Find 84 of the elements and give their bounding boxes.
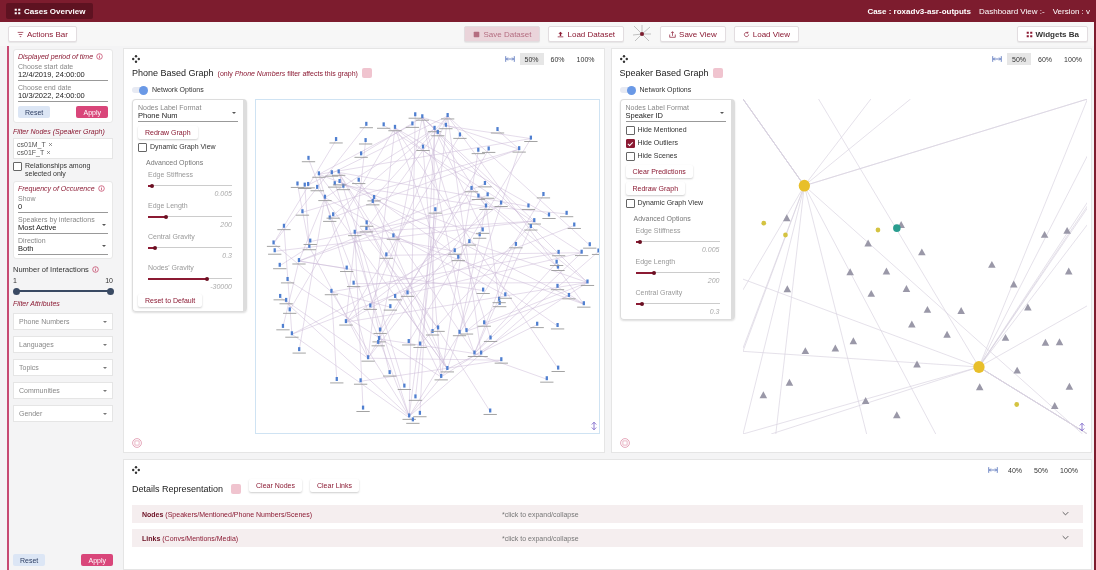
checkbox[interactable] [13, 162, 22, 171]
graph-title: Phone Based Graph [132, 68, 214, 78]
triangle-node[interactable] [863, 239, 872, 247]
move-icon[interactable] [132, 466, 140, 474]
triangle-node[interactable] [956, 307, 965, 314]
details-title: Details Representation [132, 484, 224, 494]
triangle-node[interactable] [942, 330, 951, 338]
triangle-node[interactable] [1050, 402, 1058, 409]
checkbox[interactable] [138, 143, 147, 152]
actions-bar-button[interactable]: Actions Bar [8, 26, 77, 42]
graph-title: Speaker Based Graph [619, 68, 709, 78]
circle-node[interactable] [760, 220, 766, 226]
version-label: Version : v [1052, 6, 1090, 16]
triangle-node[interactable] [1041, 338, 1049, 346]
remove-icon[interactable] [47, 142, 53, 147]
triangle-node[interactable] [907, 320, 916, 328]
dashboard-view-label: Dashboard View :- [978, 6, 1045, 16]
triangle-node[interactable] [785, 378, 793, 386]
toolbar-button[interactable]: Load View [733, 26, 799, 42]
info-button[interactable] [712, 68, 723, 78]
fit-width-icon[interactable] [992, 56, 1003, 62]
info-icon [91, 266, 99, 273]
share-icon [669, 30, 677, 38]
cases-overview-button[interactable]: Cases Overview [6, 3, 94, 19]
info-button[interactable] [231, 484, 242, 494]
triangle-node[interactable] [845, 268, 854, 276]
triangle-node[interactable] [892, 411, 901, 419]
triangle-node[interactable] [1023, 303, 1032, 311]
triangle-node[interactable] [923, 305, 931, 313]
checkbox[interactable] [625, 199, 635, 208]
triangle-node[interactable] [782, 214, 791, 222]
hub-node[interactable] [798, 179, 810, 192]
remove-icon[interactable] [46, 150, 52, 155]
upload-icon [557, 30, 565, 38]
case-name: Case : roxadv3-asr-outputs [867, 6, 971, 16]
triangle-node[interactable] [867, 289, 875, 297]
info-icon [97, 185, 105, 192]
fit-width-icon[interactable] [988, 467, 999, 473]
triangle-node[interactable] [801, 347, 809, 355]
triangle-node[interactable] [1062, 226, 1071, 234]
toggle-switch[interactable] [619, 87, 636, 93]
triangle-node[interactable] [1009, 280, 1018, 288]
circle-node[interactable] [892, 224, 901, 232]
triangle-node[interactable] [917, 248, 926, 256]
circle-node[interactable] [875, 227, 880, 233]
triangle-node[interactable] [987, 260, 996, 268]
vertical-arrows-icon[interactable] [590, 421, 597, 431]
triangle-node[interactable] [1001, 333, 1009, 341]
triangle-node[interactable] [1012, 366, 1021, 374]
triangle-node[interactable] [912, 360, 921, 368]
circle-node[interactable] [1013, 402, 1019, 407]
fit-width-icon[interactable] [504, 56, 515, 62]
info-icon [96, 53, 104, 60]
triangle-node[interactable] [1065, 382, 1073, 390]
network-logo-icon [632, 24, 653, 44]
grid-icon [14, 7, 21, 15]
triangle-node[interactable] [882, 267, 890, 275]
checkbox[interactable] [625, 126, 635, 135]
triangle-node[interactable] [975, 383, 983, 391]
triangle-node[interactable] [831, 344, 839, 352]
grid-icon [1025, 30, 1033, 38]
triangle-node[interactable] [902, 285, 910, 292]
filter-icon [17, 30, 24, 38]
info-button[interactable] [361, 68, 372, 78]
toolbar-button[interactable]: Load Dataset [548, 26, 625, 42]
triangle-node[interactable] [861, 397, 869, 404]
move-icon[interactable] [619, 55, 628, 63]
toggle-switch[interactable] [132, 87, 148, 93]
hub-node[interactable] [972, 361, 985, 373]
checkbox[interactable] [625, 139, 635, 148]
save-icon [473, 30, 481, 38]
widgets-bar-button[interactable]: Widgets Ba [1016, 26, 1088, 42]
move-icon[interactable] [132, 55, 140, 63]
triangle-node[interactable] [1064, 267, 1072, 275]
triangle-node[interactable] [1055, 338, 1063, 346]
reload-icon [742, 30, 750, 38]
triangle-node[interactable] [849, 337, 857, 345]
checkbox[interactable] [625, 152, 635, 161]
toolbar-button[interactable]: Save View [660, 26, 726, 42]
triangle-node[interactable] [1040, 230, 1048, 238]
vertical-arrows-icon[interactable] [1079, 422, 1085, 432]
triangle-node[interactable] [759, 391, 767, 399]
triangle-node[interactable] [783, 285, 791, 293]
circle-node[interactable] [782, 232, 788, 238]
